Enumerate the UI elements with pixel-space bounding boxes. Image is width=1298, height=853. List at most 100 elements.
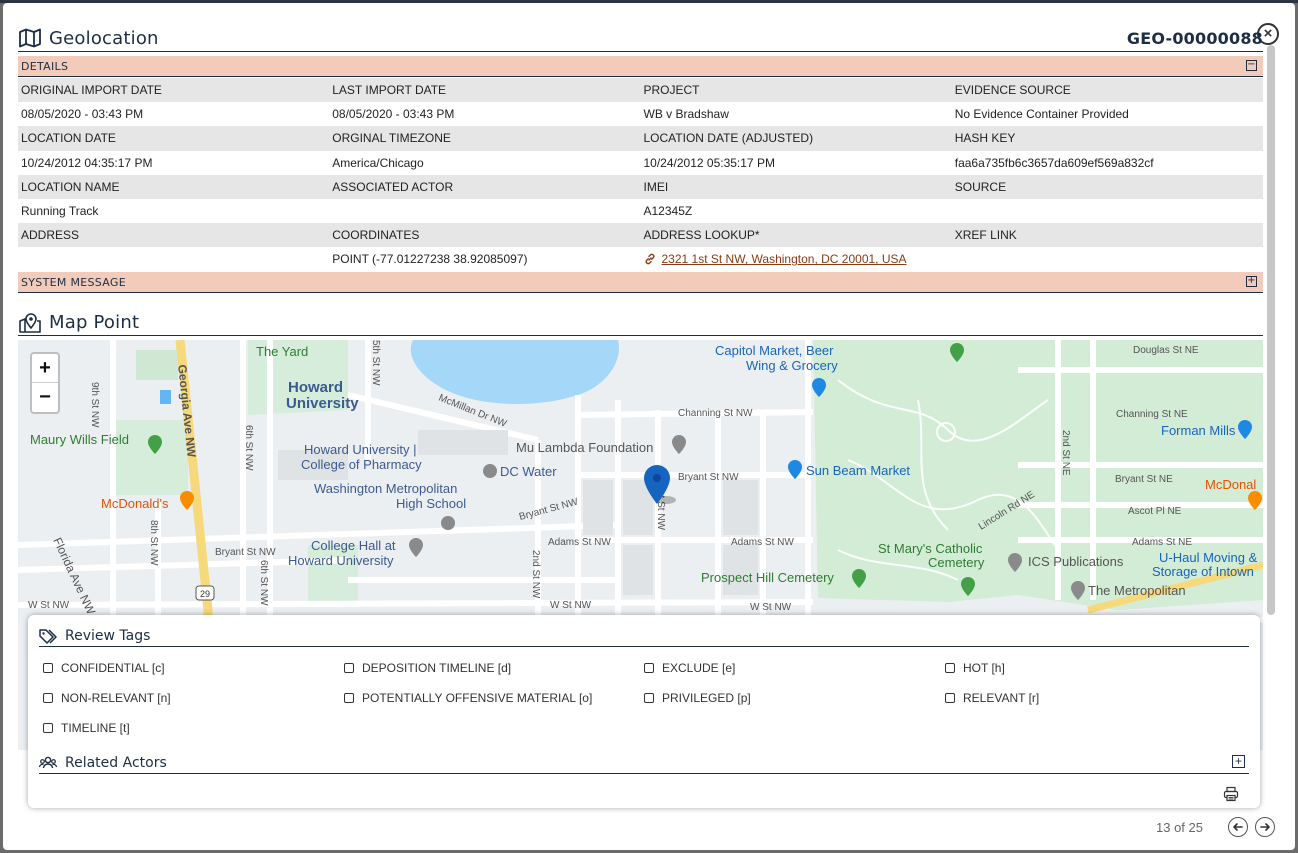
map-label-mu-lambda: Mu Lambda Foundation — [516, 440, 653, 455]
field-value: Running Track — [21, 204, 99, 219]
map-label-douglas: Douglas St NE — [1133, 345, 1199, 356]
related-actors-header[interactable]: Related Actors + — [39, 752, 1249, 774]
tag-label: CONFIDENTIAL [c] — [61, 661, 165, 675]
print-icon[interactable] — [1223, 786, 1239, 802]
tag-deposition-timeline[interactable]: DEPOSITION TIMELINE [d] — [344, 661, 511, 675]
field-value: 10/24/2012 05:35:17 PM — [643, 155, 775, 170]
map-label-college-hall: College Hall at — [311, 538, 396, 553]
zoom-in-button[interactable]: + — [32, 354, 58, 383]
map-label-pharmacy-1: Howard University | — [304, 442, 416, 457]
field-label: EVIDENCE SOURCE — [954, 83, 1071, 98]
map-label-adams-ne: Adams St NE — [1132, 537, 1192, 548]
field-value: A12345Z — [643, 204, 693, 219]
zoom-control: + − — [30, 352, 60, 414]
tag-label: RELEVANT [r] — [963, 691, 1040, 705]
map-icon — [19, 28, 41, 48]
zoom-out-button[interactable]: − — [32, 383, 58, 412]
field-label: COORDINATES — [332, 228, 420, 243]
review-panel: Review Tags CONFIDENTIAL [c] DEPOSITION … — [28, 615, 1260, 808]
map-label-sun-beam: Sun Beam Market — [806, 463, 910, 478]
checkbox[interactable] — [43, 693, 53, 703]
tag-exclude[interactable]: EXCLUDE [e] — [644, 661, 735, 675]
map-label-mcdonalds: McDonald's — [101, 496, 169, 511]
tag-non-relevant[interactable]: NON-RELEVANT [n] — [43, 691, 171, 705]
tag-timeline[interactable]: TIMELINE [t] — [43, 721, 130, 735]
map-point-title: Map Point — [49, 312, 140, 333]
map-label-adams-nw: Adams St NW — [731, 537, 794, 548]
map-label-9th-st: 9th St NW — [89, 382, 100, 428]
map-label-mcdonal: McDonal — [1205, 477, 1256, 492]
checkbox[interactable] — [945, 663, 955, 673]
field-label: LOCATION DATE (ADJUSTED) — [643, 131, 814, 146]
map-label-high-school: High School — [396, 496, 466, 511]
field-label: LOCATION DATE — [21, 131, 116, 146]
checkbox[interactable] — [43, 663, 53, 673]
details-grid: ORIGINAL IMPORT DATE LAST IMPORT DATE PR… — [18, 78, 1263, 272]
expand-icon[interactable]: + — [1246, 276, 1257, 287]
map-label-washington-metro: Washington Metropolitan — [314, 481, 457, 496]
details-label-row: LOCATION DATE ORGINAL TIMEZONE LOCATION … — [18, 126, 1263, 151]
field-label: XREF LINK — [954, 228, 1017, 243]
tag-label: PRIVILEGED [p] — [662, 691, 751, 705]
checkbox[interactable] — [644, 693, 654, 703]
system-message-section-header[interactable]: SYSTEM MESSAGE + — [18, 272, 1263, 293]
map-label-channing-ne: Channing St NE — [1116, 409, 1188, 420]
map-label-dc-water: DC Water — [500, 464, 557, 479]
map-label-prospect-hill: Prospect Hill Cemetery — [701, 570, 834, 585]
tag-confidential[interactable]: CONFIDENTIAL [c] — [43, 661, 165, 675]
field-value: America/Chicago — [332, 155, 424, 170]
tag-relevant[interactable]: RELEVANT [r] — [945, 691, 1039, 705]
link-icon — [645, 254, 654, 265]
field-label: PROJECT — [643, 83, 700, 98]
map-label-howard: Howard — [288, 379, 343, 396]
map-label-bryant-nw: Bryant St NW — [678, 472, 739, 483]
map-label-maury-wills: Maury Wills Field — [30, 432, 129, 447]
field-value: faa6a735fb6c3657da609ef569a832cf — [954, 155, 1154, 170]
tag-potentially-offensive[interactable]: POTENTIALLY OFFENSIVE MATERIAL [o] — [344, 691, 592, 705]
collapse-icon[interactable]: − — [1246, 60, 1257, 71]
system-message-title: SYSTEM MESSAGE — [21, 275, 126, 289]
checkbox[interactable] — [43, 723, 53, 733]
field-value: No Evidence Container Provided — [954, 107, 1129, 122]
map-label-w-st-nw: W St NW — [750, 602, 792, 613]
arrow-right-icon — [1260, 823, 1270, 831]
field-label: ORGINAL TIMEZONE — [332, 131, 451, 146]
map-label-ascot: Ascot Pl NE — [1128, 506, 1182, 517]
checkbox[interactable] — [344, 663, 354, 673]
map-label-wing-grocery: Wing & Grocery — [746, 358, 838, 373]
tag-label: TIMELINE [t] — [61, 721, 130, 735]
expand-icon[interactable]: + — [1232, 755, 1245, 768]
details-label-row: ORIGINAL IMPORT DATE LAST IMPORT DATE PR… — [18, 78, 1263, 103]
field-value: 08/05/2020 - 03:43 PM — [21, 107, 144, 122]
map-label-w-st-nw-3: W St NW — [28, 600, 70, 611]
checkbox[interactable] — [644, 663, 654, 673]
details-value-row: Running Track A12345Z — [18, 198, 1263, 224]
poi-school-icon[interactable] — [441, 516, 455, 530]
field-value: WB v Bradshaw — [643, 107, 729, 122]
pool — [160, 390, 171, 404]
field-value: 10/24/2012 04:35:17 PM — [21, 155, 153, 170]
map-label-bryant-ne: Bryant St NE — [1115, 474, 1173, 485]
map-label-uhaul-2: Storage of Intown — [1152, 564, 1254, 579]
field-label: LOCATION NAME — [21, 179, 120, 194]
tag-hot[interactable]: HOT [h] — [945, 661, 1005, 675]
prev-button[interactable] — [1228, 817, 1248, 837]
checkbox[interactable] — [344, 693, 354, 703]
map-label-5th-st: 5th St NW — [370, 340, 381, 386]
map-label-adams-nw-2: Adams St NW — [548, 537, 611, 548]
route-shield-label: 29 — [200, 589, 210, 599]
scrollbar[interactable] — [1267, 45, 1275, 615]
tag-privileged[interactable]: PRIVILEGED [p] — [644, 691, 751, 705]
map-label-forman-mills: Forman Mills — [1161, 423, 1236, 438]
next-button[interactable] — [1255, 817, 1275, 837]
details-section-header[interactable]: DETAILS − — [18, 56, 1263, 77]
checkbox[interactable] — [945, 693, 955, 703]
map-label-pharmacy-2: College of Pharmacy — [301, 457, 422, 472]
map-label-metropolitan: The Metropolitan — [1088, 583, 1186, 598]
field-label: HASH KEY — [954, 131, 1016, 146]
details-label-row: ADDRESS COORDINATES ADDRESS LOOKUP* XREF… — [18, 223, 1263, 248]
poi-landmark-icon[interactable] — [483, 464, 497, 478]
tag-label: HOT [h] — [963, 661, 1005, 675]
review-tags-header: Review Tags — [39, 625, 1249, 647]
address-lookup-link[interactable]: 2321 1st St NW, Washington, DC 20001, US… — [662, 252, 907, 266]
